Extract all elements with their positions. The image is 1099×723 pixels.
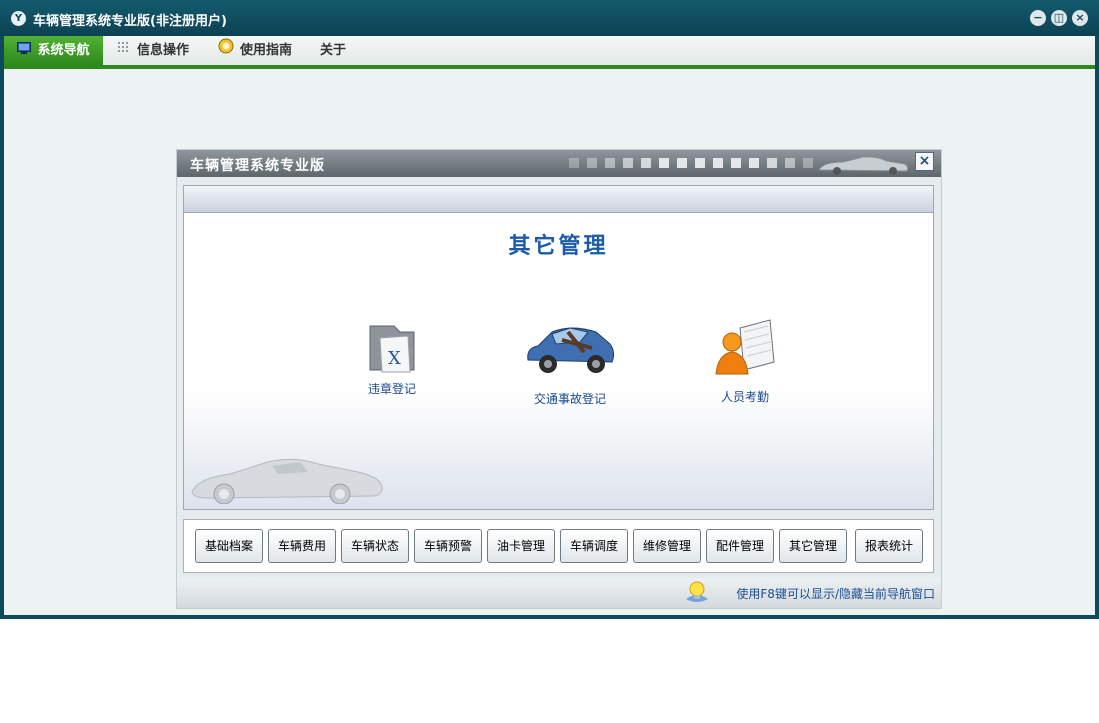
- svg-text:X: X: [388, 348, 401, 369]
- app-window: Y 车辆管理系统专业版(非注册用户) − ◫ × 系统导航 信息操作 使用指南: [0, 0, 1099, 619]
- menu-about[interactable]: 关于: [320, 36, 346, 65]
- client-area: 系统导航 信息操作 使用指南 关于 车辆管理系统专业版 × 其它管理 X 违章登…: [4, 36, 1095, 615]
- guide-icon: [218, 36, 234, 65]
- btn-reports[interactable]: 报表统计: [855, 529, 923, 563]
- module-label: 交通事故登记: [533, 392, 606, 406]
- monitor-icon: [17, 36, 32, 65]
- grid-icon: [118, 36, 131, 65]
- title-bar: Y 车辆管理系统专业版(非注册用户) − ◫ ×: [0, 0, 1099, 36]
- btn-vehicle-dispatch[interactable]: 车辆调度: [560, 529, 628, 563]
- btn-maintenance[interactable]: 维修管理: [633, 529, 701, 563]
- close-button[interactable]: ×: [1072, 10, 1088, 26]
- module-violation-register[interactable]: X 违章登记: [322, 318, 462, 397]
- car-accident-icon: [527, 327, 615, 373]
- btn-vehicle-status[interactable]: 车辆状态: [341, 529, 409, 563]
- menu-user-guide[interactable]: 使用指南: [218, 36, 292, 65]
- btn-fuel-card[interactable]: 油卡管理: [487, 529, 555, 563]
- minimize-button[interactable]: −: [1030, 10, 1046, 26]
- module-label: 人员考勤: [720, 390, 769, 404]
- tip-text: 使用F8键可以显示/隐藏当前导航窗口: [736, 587, 935, 601]
- module-staff-attendance[interactable]: 人员考勤: [675, 318, 815, 405]
- navigation-window: 车辆管理系统专业版 × 其它管理 X 违章登记 交通事故登记 人员考勤 基础档案…: [176, 149, 942, 609]
- module-accident-register[interactable]: 交通事故登记: [500, 318, 640, 407]
- content-top-bar: [184, 186, 933, 213]
- menu-label: 使用指南: [240, 43, 293, 58]
- menu-label: 信息操作: [137, 43, 190, 58]
- app-logo-icon: Y: [11, 11, 26, 26]
- menu-info-ops[interactable]: 信息操作: [118, 36, 189, 65]
- header-car-icon: [818, 156, 909, 175]
- person-book-icon: [715, 319, 775, 375]
- menu-label: 系统导航: [37, 43, 90, 58]
- btn-other-management[interactable]: 其它管理: [779, 529, 847, 563]
- btn-vehicle-costs[interactable]: 车辆费用: [268, 529, 336, 563]
- menu-system-nav[interactable]: 系统导航: [4, 36, 103, 65]
- module-button-bar: 基础档案 车辆费用 车辆状态 车辆预警 油卡管理 车辆调度 维修管理 配件管理 …: [183, 519, 934, 573]
- menu-bar: 系统导航 信息操作 使用指南 关于: [4, 36, 1095, 69]
- menu-label: 关于: [320, 43, 347, 58]
- menu-underline: [4, 65, 1095, 69]
- nav-close-button[interactable]: ×: [915, 152, 934, 171]
- nav-window-title: 车辆管理系统专业版: [190, 158, 325, 174]
- folder-document-icon: X: [369, 325, 415, 373]
- btn-parts[interactable]: 配件管理: [706, 529, 774, 563]
- section-title: 其它管理: [508, 234, 609, 259]
- nav-footer: 使用F8键可以显示/隐藏当前导航窗口: [177, 578, 941, 608]
- module-content-area: 其它管理 X 违章登记 交通事故登记 人员考勤: [183, 185, 934, 510]
- nav-window-header: 车辆管理系统专业版 ×: [177, 150, 941, 177]
- btn-basic-files[interactable]: 基础档案: [195, 529, 263, 563]
- window-title: 车辆管理系统专业版(非注册用户): [33, 14, 227, 29]
- restore-button[interactable]: ◫: [1051, 10, 1067, 26]
- lightbulb-icon: [686, 581, 708, 602]
- car-watermark-icon: [191, 458, 383, 504]
- btn-vehicle-alerts[interactable]: 车辆预警: [414, 529, 482, 563]
- module-label: 违章登记: [367, 382, 416, 396]
